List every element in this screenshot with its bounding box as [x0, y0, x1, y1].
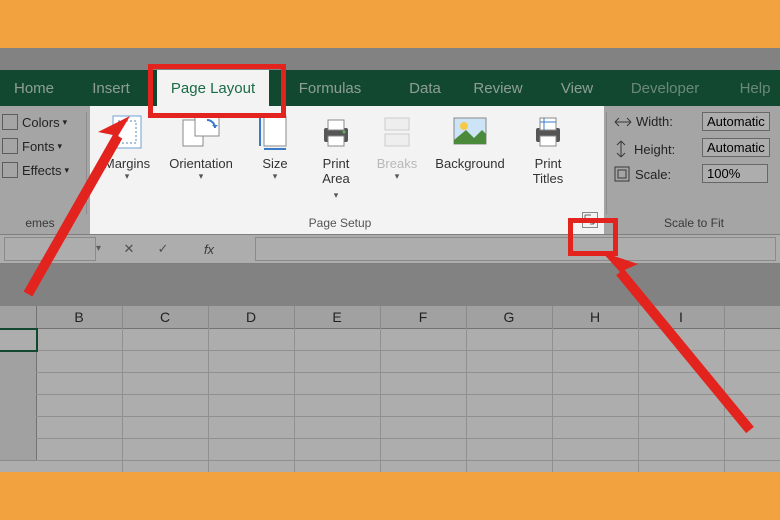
tab-data[interactable]: Data	[400, 70, 450, 106]
group-divider-2	[606, 112, 607, 214]
themes-colors-button[interactable]: Colors▾	[2, 114, 67, 130]
width-label: Width:	[614, 114, 673, 129]
tab-home[interactable]: Home	[4, 70, 64, 106]
formula-input[interactable]	[255, 237, 776, 261]
col-header[interactable]: D	[208, 306, 295, 328]
col-header[interactable]: B	[36, 306, 123, 328]
fonts-icon	[2, 138, 18, 154]
width-value[interactable]: Automatic	[702, 112, 770, 131]
height-label: Height:	[614, 140, 675, 158]
tab-help[interactable]: Help	[732, 70, 778, 106]
col-header[interactable]: I	[638, 306, 725, 328]
row-header[interactable]	[0, 350, 37, 373]
effects-icon	[2, 162, 18, 178]
themes-effects-button[interactable]: Effects▾	[2, 162, 69, 178]
tab-review[interactable]: Review	[466, 70, 530, 106]
col-header[interactable]: C	[122, 306, 209, 328]
selected-cell[interactable]	[0, 328, 38, 352]
fx-icon[interactable]: fx	[198, 238, 220, 260]
colors-icon	[2, 114, 18, 130]
col-header[interactable]: E	[294, 306, 381, 328]
ribbon-tabs: Home Insert Page Layout Formulas Data Re…	[0, 70, 780, 106]
col-header[interactable]: G	[466, 306, 553, 328]
col-header[interactable]: H	[552, 306, 639, 328]
scale-label: Scale:	[614, 166, 671, 182]
scale-value[interactable]: 100%	[702, 164, 768, 183]
highlight-pagesetup: Margins▾ Orientation▾ Size▾ Print Area▾ …	[90, 106, 604, 234]
grid-cells[interactable]	[36, 328, 780, 472]
tab-insert[interactable]: Insert	[82, 70, 140, 106]
themes-fonts-button[interactable]: Fonts▾	[2, 138, 62, 154]
row-header[interactable]	[0, 372, 37, 395]
col-header[interactable]: F	[380, 306, 467, 328]
themes-group-label: emes	[0, 216, 80, 230]
tab-developer[interactable]: Developer	[622, 70, 708, 106]
scale-to-fit-group-label: Scale to Fit	[614, 216, 774, 230]
row-header[interactable]	[0, 438, 37, 461]
highlight-tab: Page Layout	[157, 70, 269, 106]
enter-formula-icon[interactable]: ✓	[152, 238, 174, 260]
tab-view[interactable]: View	[552, 70, 602, 106]
spreadsheet-grid[interactable]: B C D E F G H I	[0, 306, 780, 472]
height-value[interactable]: Automatic	[702, 138, 770, 157]
formula-bar: ▾ ✕ ✓ fx	[0, 234, 780, 264]
column-headers: B C D E F G H I	[0, 306, 780, 329]
row-header[interactable]	[0, 394, 37, 417]
tab-formulas[interactable]: Formulas	[290, 70, 370, 106]
row-header[interactable]	[0, 416, 37, 439]
group-divider	[86, 112, 87, 214]
app-window: Home Insert Page Layout Formulas Data Re…	[0, 48, 780, 472]
name-box-dropdown-icon[interactable]: ▾	[96, 243, 101, 254]
cancel-formula-icon[interactable]: ✕	[118, 238, 140, 260]
name-box[interactable]	[4, 237, 96, 261]
select-all-corner[interactable]	[0, 306, 37, 328]
